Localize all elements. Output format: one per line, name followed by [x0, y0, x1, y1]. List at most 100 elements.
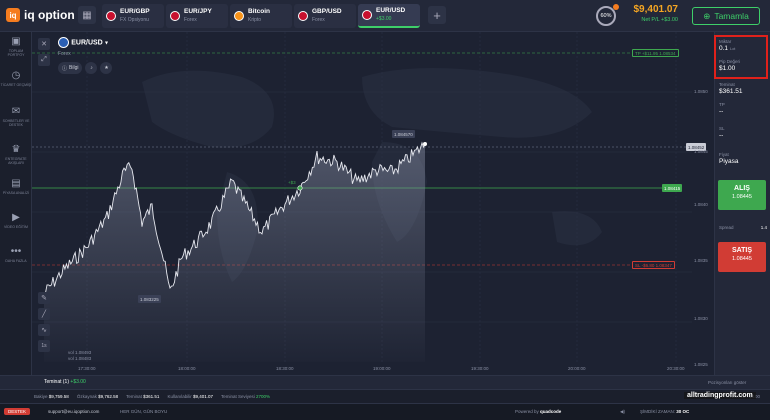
asset-name: EUR/USD: [71, 39, 103, 47]
high-label: 1.084570: [392, 130, 415, 138]
top-bar: iq iq option ▦ EUR/GBP FX Opsiyonu EUR/JP…: [0, 0, 770, 32]
line-tool-button[interactable]: ╱: [38, 308, 50, 320]
tab-name: Bitcoin: [248, 8, 271, 15]
close-chart-button[interactable]: ✕: [38, 38, 50, 50]
deposit-button[interactable]: ⊕ Tamamla: [692, 7, 760, 25]
add-tab-button[interactable]: +: [428, 6, 446, 24]
wave-icon: ∿: [41, 327, 47, 334]
x-tick: 20:00:00: [568, 366, 586, 371]
tab-eur-gbp[interactable]: EUR/GBP FX Opsiyonu: [102, 4, 164, 28]
show-positions-link[interactable]: Pozisyonları göster: [708, 380, 746, 385]
pencil-icon: ✎: [41, 295, 47, 302]
y-tick: 1.0845: [694, 149, 708, 154]
highlight-box: [714, 35, 768, 79]
stat-available: Kullanılabilir $9,401.07: [167, 394, 213, 399]
sl-field[interactable]: SL --: [719, 126, 767, 139]
tab-name: EUR/GBP: [120, 8, 150, 15]
info-button[interactable]: ⓘ Bilgi: [58, 62, 83, 74]
sidebar-item-label: TİCARET GEÇMİŞİ: [0, 83, 32, 87]
powered-by: Powered by quadcode: [515, 409, 562, 414]
balance-box[interactable]: $9,401.07 Net P/L +$3.00: [628, 4, 679, 23]
tagline: HER GÜN, GÜN BOYU: [120, 409, 168, 414]
sell-button[interactable]: SATIŞ 1.08445: [718, 242, 766, 272]
logo[interactable]: iq iq option: [6, 8, 75, 22]
eu-flag-icon: [106, 11, 116, 21]
tab-sub: FX Opsiyonu: [120, 17, 149, 23]
footer: DESTEK support@eu.iqoption.com HER GÜN, …: [0, 403, 770, 420]
spread-label: Spread: [719, 225, 734, 230]
analysis-icon: ▤: [11, 178, 21, 189]
stat-margin: Teminat $361.51: [126, 394, 160, 399]
y-tick: 1.0835: [694, 258, 708, 263]
tab-name: EUR/USD: [376, 7, 406, 14]
play-icon: ▶: [12, 212, 20, 223]
y-tick: 1.0840: [694, 202, 708, 207]
sidebar-item-history[interactable]: ◷ TİCARET GEÇMİŞİ: [0, 70, 32, 87]
tab-eur-usd[interactable]: EUR/USD +$3.00: [358, 4, 420, 28]
sl-tag[interactable]: SL -$6.80 1.08347: [632, 261, 675, 269]
support-email[interactable]: support@eu.iqoption.com: [48, 409, 99, 414]
zoom-button[interactable]: 1s: [38, 340, 50, 352]
fullscreen-button[interactable]: ⤢: [38, 54, 50, 66]
price-value: Piyasa: [719, 158, 739, 165]
gb-flag-icon: [298, 11, 308, 21]
buy-label: ALIŞ: [734, 185, 750, 192]
price-type-field[interactable]: Fiyat Piyasa: [719, 152, 767, 165]
margin-field: Teminat $361.51: [719, 82, 767, 95]
logo-text: iq option: [24, 8, 75, 22]
asset-selector[interactable]: EUR/USD ▾ Forex: [58, 37, 108, 57]
logo-icon: iq: [6, 8, 20, 22]
spread-value: 1.4: [760, 225, 767, 230]
x-tick: 19:30:00: [471, 366, 489, 371]
chat-icon: ✉: [11, 106, 21, 117]
tab-gbp-usd[interactable]: GBP/USD Forex: [294, 4, 356, 28]
low-label: 1.083225: [138, 295, 161, 303]
wallet-icon: ⊕: [703, 10, 711, 21]
sidebar-item-chat[interactable]: ✉ SOHBETLER VE DESTEK: [0, 106, 32, 127]
support-button[interactable]: DESTEK: [4, 408, 31, 415]
bell-icon: ♪: [90, 65, 93, 71]
x-tick: 17:30:00: [78, 366, 96, 371]
sidebar-item-analysis[interactable]: ▤ PİYASA ANALİZİ: [0, 178, 32, 195]
balance-value: $9,401.07: [633, 4, 679, 15]
tab-sub: Kripto: [248, 17, 262, 23]
y-tick: 1.0830: [694, 316, 708, 321]
sidebar-item-video[interactable]: ▶ VİDEO EĞİTİM: [0, 212, 32, 229]
net-pl: Net P/L +$3.00: [641, 17, 678, 23]
sidebar-item-portfolio[interactable]: ▣ TOPLAM PORTFÖY: [0, 36, 32, 57]
vol-label: vol 1.08483: [68, 356, 92, 361]
line-icon: ╱: [41, 311, 47, 318]
speaker-icon[interactable]: ◀): [620, 409, 625, 415]
eu-us-flag-icon: [58, 37, 69, 48]
watermark: alltradingprofit.com: [684, 392, 756, 399]
tab-eur-jpy[interactable]: EUR/JPY Forex: [166, 4, 228, 28]
sidebar-item-more[interactable]: ••• DAHA FAZLA: [0, 246, 32, 263]
sidebar-item-label: TOPLAM PORTFÖY: [7, 49, 25, 57]
tab-name: GBP/USD: [312, 8, 342, 15]
deposit-label: Tamamla: [714, 11, 749, 21]
tp-field[interactable]: TP --: [719, 102, 767, 115]
info-icon: ⓘ: [62, 65, 68, 72]
buy-button[interactable]: ALIŞ 1.08445: [718, 180, 766, 210]
favorite-button[interactable]: ★: [100, 62, 113, 74]
apps-grid-button[interactable]: ▦: [78, 6, 96, 24]
draw-tool-button[interactable]: ✎: [38, 292, 50, 304]
chart-area[interactable]: ✕ ⤢ ✎ ╱ ∿ 1s vol 1.08493 vol 1.08483 TP …: [32, 32, 714, 375]
trophy-icon: ♛: [11, 144, 21, 155]
tab-sub: Forex: [184, 17, 197, 23]
tp-label: TP: [719, 102, 725, 107]
tab-bitcoin[interactable]: Bitcoin Kripto: [230, 4, 292, 28]
chart-svg: [32, 32, 692, 362]
alert-button[interactable]: ♪: [85, 62, 98, 74]
more-icon: •••: [10, 246, 22, 257]
close-icon: ✕: [41, 41, 47, 48]
sidebar-item-leaderboard[interactable]: ♛ ENTEGRATE AKIŞLARI: [0, 144, 32, 165]
tp-tag[interactable]: TP +$11.95 1.08534: [632, 49, 679, 57]
sl-label: SL: [719, 126, 725, 131]
open-price-tag: 1.08415: [662, 184, 683, 192]
sidebar-item-label: VİDEO EĞİTİM: [4, 225, 28, 229]
margin-label: Teminat: [719, 82, 735, 87]
positions-tab[interactable]: Teminat (1) +$3.00: [44, 379, 86, 385]
indicators-button[interactable]: ∿: [38, 324, 50, 336]
buy-price: 1.08445: [732, 194, 752, 200]
